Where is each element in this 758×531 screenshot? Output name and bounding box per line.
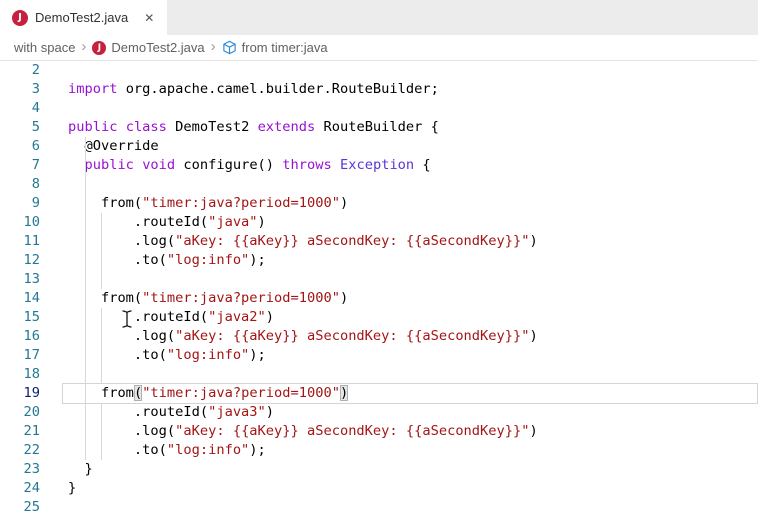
breadcrumb-item-file[interactable]: J DemoTest2.java bbox=[92, 40, 204, 55]
code-line[interactable]: 7 public void configure() throws Excepti… bbox=[0, 156, 758, 175]
line-number[interactable]: 17 bbox=[0, 346, 40, 365]
breadcrumb-item-symbol[interactable]: from timer:java bbox=[222, 40, 328, 55]
line-number[interactable]: 6 bbox=[0, 137, 40, 156]
line-number[interactable]: 4 bbox=[0, 99, 40, 118]
code-line[interactable]: 6 @Override bbox=[0, 137, 758, 156]
line-number[interactable]: 14 bbox=[0, 289, 40, 308]
line-number[interactable]: 20 bbox=[0, 403, 40, 422]
tab-close-icon[interactable]: ✕ bbox=[141, 9, 157, 27]
code-line[interactable]: 15 .routeId("java2") bbox=[0, 308, 758, 327]
java-file-icon: J bbox=[92, 41, 106, 55]
code-line[interactable]: 4 bbox=[0, 99, 758, 118]
code-line[interactable]: 18 bbox=[0, 365, 758, 384]
java-file-icon: J bbox=[12, 10, 28, 26]
code-text[interactable]: } bbox=[40, 460, 93, 479]
code-editor[interactable]: 23import org.apache.camel.builder.RouteB… bbox=[0, 61, 758, 517]
code-text[interactable]: .to("log:info"); bbox=[40, 346, 266, 365]
code-line[interactable]: 24} bbox=[0, 479, 758, 498]
code-text[interactable] bbox=[40, 61, 68, 80]
line-number[interactable]: 15 bbox=[0, 308, 40, 327]
breadcrumb-symbol-label: from timer:java bbox=[242, 40, 328, 55]
code-line[interactable]: 5public class DemoTest2 extends RouteBui… bbox=[0, 118, 758, 137]
code-text[interactable]: .routeId("java2") bbox=[40, 308, 274, 327]
code-line[interactable]: 3import org.apache.camel.builder.RouteBu… bbox=[0, 80, 758, 99]
line-number[interactable]: 11 bbox=[0, 232, 40, 251]
code-line[interactable]: 19 from("timer:java?period=1000") bbox=[0, 384, 758, 403]
code-text[interactable] bbox=[40, 365, 68, 384]
tab-title: DemoTest2.java bbox=[35, 10, 128, 25]
code-text[interactable] bbox=[40, 498, 68, 517]
code-line[interactable]: 25 bbox=[0, 498, 758, 517]
code-text[interactable]: .log("aKey: {{aKey}} aSecondKey: {{aSeco… bbox=[40, 422, 538, 441]
line-number[interactable]: 7 bbox=[0, 156, 40, 175]
code-text[interactable]: from("timer:java?period=1000") bbox=[40, 289, 348, 308]
line-number[interactable]: 13 bbox=[0, 270, 40, 289]
bracket-match-highlight: ( bbox=[134, 385, 142, 401]
breadcrumb-separator-icon: › bbox=[211, 38, 216, 55]
code-text[interactable]: import org.apache.camel.builder.RouteBui… bbox=[40, 80, 439, 99]
code-line[interactable]: 9 from("timer:java?period=1000") bbox=[0, 194, 758, 213]
line-number[interactable]: 3 bbox=[0, 80, 40, 99]
breadcrumb-folder-label: with space bbox=[14, 40, 75, 55]
line-number[interactable]: 16 bbox=[0, 327, 40, 346]
line-number[interactable]: 19 bbox=[0, 384, 40, 403]
code-text[interactable] bbox=[40, 270, 68, 289]
code-line[interactable]: 23 } bbox=[0, 460, 758, 479]
line-number[interactable]: 5 bbox=[0, 118, 40, 137]
symbol-cube-icon bbox=[222, 40, 237, 55]
code-line[interactable]: 2 bbox=[0, 61, 758, 80]
line-number[interactable]: 23 bbox=[0, 460, 40, 479]
code-line[interactable]: 21 .log("aKey: {{aKey}} aSecondKey: {{aS… bbox=[0, 422, 758, 441]
breadcrumb: with space › J DemoTest2.java › from tim… bbox=[0, 35, 758, 61]
code-text[interactable]: from("timer:java?period=1000") bbox=[40, 384, 348, 403]
code-lines: 23import org.apache.camel.builder.RouteB… bbox=[0, 61, 758, 517]
code-text[interactable] bbox=[40, 99, 68, 118]
breadcrumb-item-folder[interactable]: with space bbox=[14, 40, 75, 55]
code-line[interactable]: 17 .to("log:info"); bbox=[0, 346, 758, 365]
code-line[interactable]: 10 .routeId("java") bbox=[0, 213, 758, 232]
line-number[interactable]: 21 bbox=[0, 422, 40, 441]
line-number[interactable]: 2 bbox=[0, 61, 40, 80]
code-text[interactable]: from("timer:java?period=1000") bbox=[40, 194, 348, 213]
bracket-match-highlight: ) bbox=[340, 385, 348, 401]
line-number[interactable]: 8 bbox=[0, 175, 40, 194]
tab-bar: J DemoTest2.java ✕ bbox=[0, 0, 758, 35]
line-number[interactable]: 24 bbox=[0, 479, 40, 498]
code-text[interactable]: } bbox=[40, 479, 76, 498]
code-line[interactable]: 16 .log("aKey: {{aKey}} aSecondKey: {{aS… bbox=[0, 327, 758, 346]
line-number[interactable]: 22 bbox=[0, 441, 40, 460]
code-text[interactable]: public void configure() throws Exception… bbox=[40, 156, 431, 175]
line-number[interactable]: 10 bbox=[0, 213, 40, 232]
line-number[interactable]: 25 bbox=[0, 498, 40, 517]
code-text[interactable]: .to("log:info"); bbox=[40, 251, 266, 270]
code-line[interactable]: 13 bbox=[0, 270, 758, 289]
code-line[interactable]: 22 .to("log:info"); bbox=[0, 441, 758, 460]
breadcrumb-separator-icon: › bbox=[81, 38, 86, 55]
line-number[interactable]: 12 bbox=[0, 251, 40, 270]
code-line[interactable]: 12 .to("log:info"); bbox=[0, 251, 758, 270]
code-text[interactable]: .to("log:info"); bbox=[40, 441, 266, 460]
code-text[interactable]: .routeId("java") bbox=[40, 213, 266, 232]
breadcrumb-file-label: DemoTest2.java bbox=[111, 40, 204, 55]
code-text[interactable] bbox=[40, 175, 68, 194]
code-line[interactable]: 11 .log("aKey: {{aKey}} aSecondKey: {{aS… bbox=[0, 232, 758, 251]
line-number[interactable]: 18 bbox=[0, 365, 40, 384]
code-text[interactable]: .log("aKey: {{aKey}} aSecondKey: {{aSeco… bbox=[40, 327, 538, 346]
code-line[interactable]: 20 .routeId("java3") bbox=[0, 403, 758, 422]
code-text[interactable]: public class DemoTest2 extends RouteBuil… bbox=[40, 118, 439, 137]
code-line[interactable]: 8 bbox=[0, 175, 758, 194]
line-number[interactable]: 9 bbox=[0, 194, 40, 213]
code-text[interactable]: .log("aKey: {{aKey}} aSecondKey: {{aSeco… bbox=[40, 232, 538, 251]
code-text[interactable]: .routeId("java3") bbox=[40, 403, 274, 422]
tab-demotest2[interactable]: J DemoTest2.java ✕ bbox=[0, 0, 167, 35]
code-line[interactable]: 14 from("timer:java?period=1000") bbox=[0, 289, 758, 308]
code-text[interactable]: @Override bbox=[40, 137, 159, 156]
